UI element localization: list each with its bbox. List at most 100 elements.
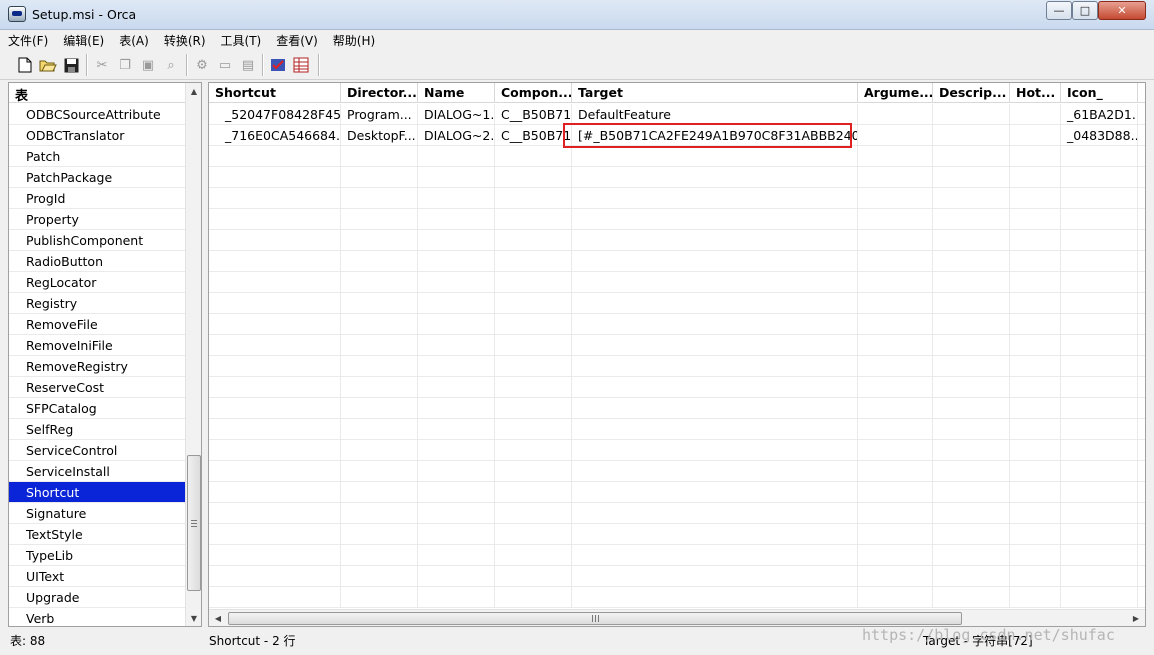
cell-directory[interactable]: Program... [341, 104, 418, 125]
cell-empty[interactable] [933, 230, 1010, 251]
cell-empty[interactable] [1010, 335, 1061, 356]
menu-file[interactable]: 文件(F) [0, 30, 55, 50]
cell-empty[interactable] [418, 314, 495, 335]
cell-empty[interactable] [1061, 335, 1138, 356]
cell-empty[interactable] [1010, 587, 1061, 608]
cell-empty[interactable] [209, 419, 341, 440]
cell-arguments[interactable] [858, 104, 933, 125]
cell-empty[interactable] [418, 293, 495, 314]
cell-empty[interactable] [933, 545, 1010, 566]
cell-empty[interactable] [495, 209, 572, 230]
cell-empty[interactable] [933, 293, 1010, 314]
cell-empty[interactable] [1061, 482, 1138, 503]
cell-empty[interactable] [1061, 251, 1138, 272]
cell-empty[interactable] [572, 482, 858, 503]
cell-empty[interactable] [418, 377, 495, 398]
cell-empty[interactable] [858, 209, 933, 230]
cell-empty[interactable] [495, 167, 572, 188]
cell-empty[interactable] [418, 167, 495, 188]
cell-empty[interactable] [1061, 167, 1138, 188]
cell-empty[interactable] [418, 566, 495, 587]
cell-empty[interactable] [1061, 440, 1138, 461]
cell-empty[interactable] [572, 545, 858, 566]
cell-empty[interactable] [572, 251, 858, 272]
cell-empty[interactable] [858, 230, 933, 251]
cell-empty[interactable] [858, 482, 933, 503]
cell-empty[interactable] [933, 167, 1010, 188]
cell-empty[interactable] [572, 356, 858, 377]
cell-empty[interactable] [1061, 377, 1138, 398]
table-row-empty[interactable] [209, 377, 1145, 398]
cell-empty[interactable] [341, 167, 418, 188]
cell-empty[interactable] [858, 440, 933, 461]
cell-empty[interactable] [1010, 314, 1061, 335]
cell-more[interactable]: ( [1138, 104, 1145, 125]
cell-empty[interactable] [1061, 188, 1138, 209]
cell-empty[interactable] [572, 314, 858, 335]
cell-empty[interactable] [341, 230, 418, 251]
table-item[interactable]: RemoveRegistry [9, 356, 186, 377]
cell-empty[interactable] [572, 146, 858, 167]
cell-empty[interactable] [1061, 461, 1138, 482]
cell-empty[interactable] [1138, 209, 1145, 230]
table-item[interactable]: Property [9, 209, 186, 230]
cell-empty[interactable] [1010, 398, 1061, 419]
new-file-icon[interactable] [16, 56, 34, 74]
cell-empty[interactable] [933, 461, 1010, 482]
table-row-empty[interactable] [209, 251, 1145, 272]
cell-empty[interactable] [418, 188, 495, 209]
table-item[interactable]: ReserveCost [9, 377, 186, 398]
cell-empty[interactable] [572, 335, 858, 356]
cell-empty[interactable] [209, 251, 341, 272]
table-item[interactable]: TextStyle [9, 524, 186, 545]
cell-name[interactable]: DIALOG~1... [418, 104, 495, 125]
cell-empty[interactable] [572, 167, 858, 188]
table-item[interactable]: ODBCSourceAttribute [9, 104, 186, 125]
cell-empty[interactable] [341, 377, 418, 398]
cell-empty[interactable] [495, 398, 572, 419]
cell-empty[interactable] [209, 188, 341, 209]
cell-empty[interactable] [1138, 230, 1145, 251]
cell-empty[interactable] [1010, 503, 1061, 524]
cell-empty[interactable] [1138, 377, 1145, 398]
cell-empty[interactable] [418, 230, 495, 251]
cell-empty[interactable] [1138, 419, 1145, 440]
cell-empty[interactable] [933, 524, 1010, 545]
table-item[interactable]: Registry [9, 293, 186, 314]
table-row-empty[interactable] [209, 566, 1145, 587]
cell-empty[interactable] [341, 566, 418, 587]
cell-empty[interactable] [1138, 314, 1145, 335]
table-row-empty[interactable] [209, 482, 1145, 503]
paste-icon[interactable]: ▣ [139, 56, 157, 74]
cell-empty[interactable] [209, 272, 341, 293]
cell-empty[interactable] [1010, 293, 1061, 314]
cell-empty[interactable] [495, 335, 572, 356]
cell-empty[interactable] [933, 482, 1010, 503]
table-row-empty[interactable] [209, 230, 1145, 251]
table-item[interactable]: ServiceInstall [9, 461, 186, 482]
cell-empty[interactable] [418, 272, 495, 293]
cell-empty[interactable] [933, 314, 1010, 335]
cell-empty[interactable] [858, 251, 933, 272]
cell-empty[interactable] [1061, 230, 1138, 251]
column-header-icon[interactable]: Icon_ [1061, 83, 1138, 103]
save-icon[interactable] [62, 56, 80, 74]
cell-empty[interactable] [418, 461, 495, 482]
column-header-directory[interactable]: Director... [341, 83, 418, 103]
grid-horizontal-scrollbar[interactable]: ◀ ▶ [209, 609, 1145, 626]
cell-empty[interactable] [933, 419, 1010, 440]
menu-edit[interactable]: 编辑(E) [55, 30, 111, 50]
table-row-empty[interactable] [209, 209, 1145, 230]
cell-empty[interactable] [933, 587, 1010, 608]
table-item[interactable]: UIText [9, 566, 186, 587]
column-header-more[interactable] [1138, 83, 1145, 103]
cell-empty[interactable] [858, 188, 933, 209]
table-row-empty[interactable] [209, 314, 1145, 335]
cell-empty[interactable] [495, 545, 572, 566]
cell-empty[interactable] [572, 188, 858, 209]
cell-empty[interactable] [495, 461, 572, 482]
cell-empty[interactable] [1138, 566, 1145, 587]
cell-empty[interactable] [1010, 377, 1061, 398]
table-row-empty[interactable] [209, 188, 1145, 209]
cell-empty[interactable] [418, 440, 495, 461]
